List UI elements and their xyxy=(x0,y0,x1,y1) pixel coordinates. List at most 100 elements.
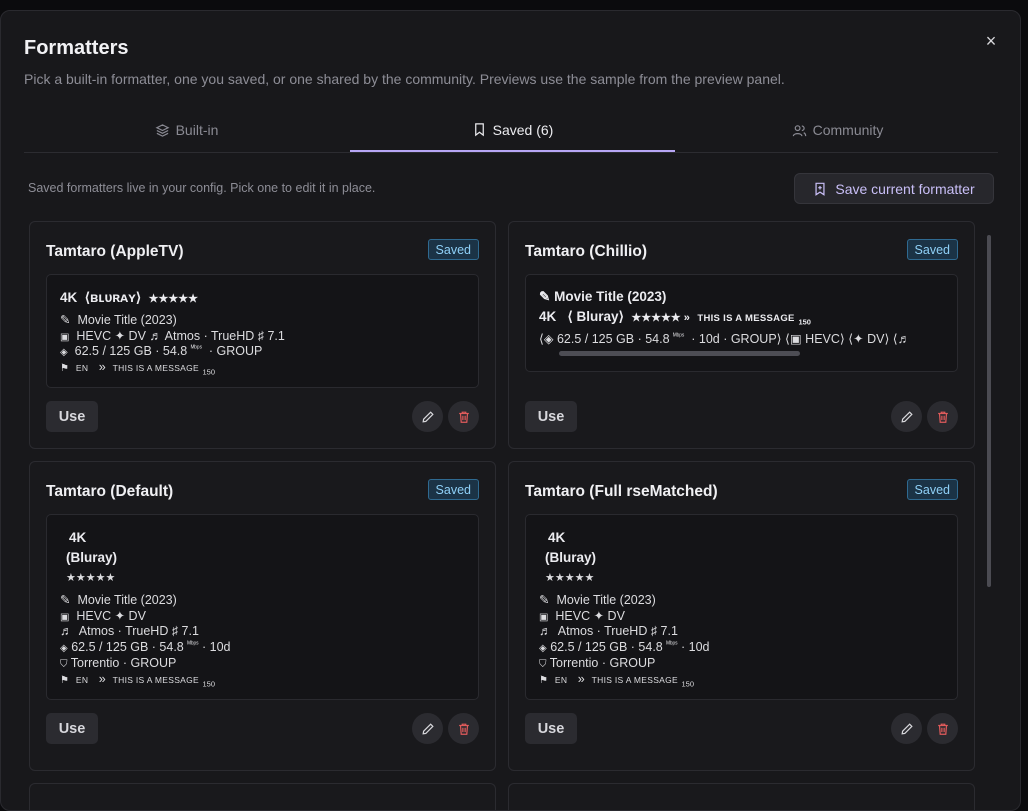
flag-glyph-icon: ⚑ xyxy=(539,675,548,686)
size-glyph-icon: ◈ xyxy=(539,643,547,654)
preview-line: ✎ Movie Title (2023) xyxy=(539,289,667,304)
bookmark-icon xyxy=(474,123,484,137)
preview-line: ♬ Atmos · TrueHD ♯ 7.1 xyxy=(60,624,199,638)
pencil-glyph-icon: ✎ xyxy=(539,593,550,607)
pencil-icon xyxy=(900,722,913,735)
preview-line: ⟨◈ 62.5 / 125 GB · 54.8 ᴹᵇᵖˢ · 10d · GRO… xyxy=(539,332,911,346)
formatter-card-partial xyxy=(508,783,975,810)
trash-icon xyxy=(937,723,948,735)
formatter-preview: ✎ Movie Title (2023) 4K ⟨ Bluray⟩ ★★★★★ … xyxy=(525,274,958,372)
music-glyph-icon: ♬ xyxy=(60,624,73,638)
formatter-card: Tamtaro (Full rseMatched) Saved 4K (Blur… xyxy=(508,461,975,771)
preview-line: ✎ Movie Title (2023) xyxy=(539,593,656,607)
preview-line: (Bluray) xyxy=(66,550,118,565)
card-title: Tamtaro (Chillio) xyxy=(525,243,647,260)
use-button[interactable]: Use xyxy=(46,713,98,744)
pencil-glyph-icon: ✎ xyxy=(60,313,71,327)
users-icon xyxy=(792,124,806,136)
formatters-dialog: Formatters Pick a built-in formatter, on… xyxy=(0,10,1021,811)
edit-button[interactable] xyxy=(412,401,443,432)
flag-glyph-icon: ⚑ xyxy=(60,675,69,686)
pencil-icon xyxy=(421,722,434,735)
formatter-card: Tamtaro (Chillio) Saved ✎ Movie Title (2… xyxy=(508,221,975,449)
codec-glyph-icon: ▣ xyxy=(60,332,70,343)
saved-hint: Saved formatters live in your config. Pi… xyxy=(28,181,376,195)
use-button[interactable]: Use xyxy=(525,401,577,432)
preview-line: ⛉ Torrentio · GROUP xyxy=(60,656,177,670)
card-title: Tamtaro (Default) xyxy=(46,483,174,500)
preview-line: ⛉ Torrentio · GROUP xyxy=(539,656,656,670)
card-title: Tamtaro (AppleTV) xyxy=(46,243,184,260)
saved-badge: Saved xyxy=(906,239,958,260)
use-button[interactable]: Use xyxy=(525,713,577,744)
preview-line: ◈ 62.5 / 125 GB · 54.8 ᴹᵇᵖˢ · 10d xyxy=(60,640,231,654)
card-title: Tamtaro (Full rseMatched) xyxy=(525,483,718,500)
preview-line: ▣ HEVC ✦ DV ♬ Atmos · TrueHD ♯ 7.1 xyxy=(60,329,285,343)
delete-button[interactable] xyxy=(448,401,479,432)
pencil-glyph-icon: ✎ xyxy=(539,289,551,304)
preview-scrollbar[interactable] xyxy=(559,351,800,356)
preview-line: 4K xyxy=(548,530,566,545)
preview-line: ★★★★★ xyxy=(545,572,595,584)
edit-button[interactable] xyxy=(412,713,443,744)
saved-badge: Saved xyxy=(427,479,479,500)
preview-line: ✎ Movie Title (2023) xyxy=(60,593,177,607)
use-button[interactable]: Use xyxy=(46,401,98,432)
trash-icon xyxy=(458,723,469,735)
pencil-glyph-icon: ✎ xyxy=(60,593,71,607)
dialog-subtitle: Pick a built-in formatter, one you saved… xyxy=(24,71,785,87)
close-icon[interactable]: × xyxy=(981,31,1001,51)
edit-button[interactable] xyxy=(891,401,922,432)
save-current-label: Save current formatter xyxy=(835,180,975,197)
tab-built-in[interactable]: Built-in xyxy=(24,109,349,151)
saved-badge: Saved xyxy=(906,479,958,500)
trash-icon xyxy=(458,411,469,423)
codec-glyph-icon: ▣ xyxy=(539,612,549,623)
pencil-icon xyxy=(421,410,434,423)
tab-label: Community xyxy=(812,122,884,138)
dialog-title: Formatters xyxy=(24,37,129,59)
save-current-formatter-button[interactable]: Save current formatter xyxy=(794,173,994,204)
formatter-preview: 4K (Bluray) ★★★★★ ✎ Movie Title (2023) ▣… xyxy=(46,514,479,700)
formatter-card: Tamtaro (Default) Saved 4K (Bluray) ★★★★… xyxy=(29,461,496,771)
tab-saved[interactable]: Saved (6) xyxy=(350,109,675,152)
preview-line: ✎ Movie Title (2023) xyxy=(60,313,177,327)
delete-button[interactable] xyxy=(927,401,958,432)
music-glyph-icon: ♬ xyxy=(539,624,552,638)
preview-line: 4K ⟨ʙʟᴜʀᴀʏ⟩ ★★★★★ xyxy=(60,290,198,305)
preview-line: ▣ HEVC ✦ DV xyxy=(539,609,625,623)
size-glyph-icon: ◈ xyxy=(60,347,68,358)
preview-line: ◈ 62.5 / 125 GB · 54.8 ᴹᵇᵖˢ · GROUP xyxy=(60,344,263,358)
list-scrollbar[interactable] xyxy=(987,235,991,587)
preview-line: ★★★★★ xyxy=(66,572,116,584)
saved-badge: Saved xyxy=(427,239,479,260)
flag-glyph-icon: ⚑ xyxy=(60,363,69,374)
edit-button[interactable] xyxy=(891,713,922,744)
shield-glyph-icon: ⛉ xyxy=(60,659,68,670)
tab-bar: Built-in Saved (6) Community xyxy=(24,109,998,153)
bookmark-plus-icon xyxy=(815,182,825,196)
preview-line: 4K ⟨ Bluray⟩ ★★★★★ » THIS IS A MESSAGE 1… xyxy=(539,309,811,327)
formatter-card: Tamtaro (AppleTV) Saved 4K ⟨ʙʟᴜʀᴀʏ⟩ ★★★★… xyxy=(29,221,496,449)
layers-icon xyxy=(155,123,170,137)
formatter-preview: 4K ⟨ʙʟᴜʀᴀʏ⟩ ★★★★★ ✎ Movie Title (2023) ▣… xyxy=(46,274,479,388)
tab-community[interactable]: Community xyxy=(675,109,1000,151)
formatter-card-partial xyxy=(29,783,496,810)
shield-glyph-icon: ⛉ xyxy=(539,659,547,670)
delete-button[interactable] xyxy=(448,713,479,744)
preview-line: 4K xyxy=(69,530,87,545)
codec-glyph-icon: ▣ xyxy=(60,612,70,623)
delete-button[interactable] xyxy=(927,713,958,744)
preview-line: ▣ HEVC ✦ DV xyxy=(60,609,146,623)
preview-line: ♬ Atmos · TrueHD ♯ 7.1 xyxy=(539,624,678,638)
trash-icon xyxy=(937,411,948,423)
preview-line: ⚑ EN » THIS IS A MESSAGE 150 xyxy=(60,360,216,377)
tab-label: Saved (6) xyxy=(492,121,554,138)
formatter-preview: 4K (Bluray) ★★★★★ ✎ Movie Title (2023) ▣… xyxy=(525,514,958,700)
preview-line: ⚑ EN » THIS IS A MESSAGE 150 xyxy=(60,672,216,689)
pencil-icon xyxy=(900,410,913,423)
size-glyph-icon: ◈ xyxy=(60,643,68,654)
saved-formatters-list[interactable]: Tamtaro (AppleTV) Saved 4K ⟨ʙʟᴜʀᴀʏ⟩ ★★★★… xyxy=(1,219,1001,789)
tab-label: Built-in xyxy=(175,122,219,138)
preview-line: ◈ 62.5 / 125 GB · 54.8 ᴹᵇᵖˢ · 10d xyxy=(539,640,710,654)
